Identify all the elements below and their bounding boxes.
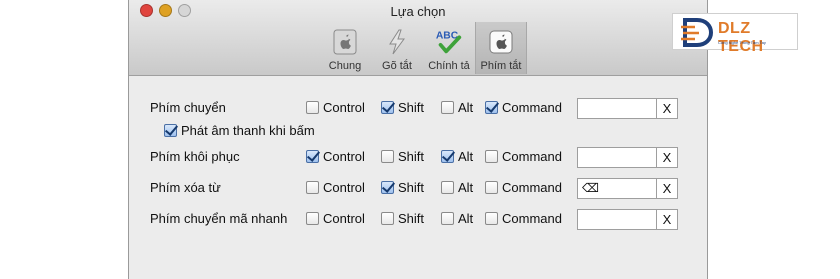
apple-key-icon bbox=[486, 27, 516, 57]
checkbox-box bbox=[164, 124, 177, 137]
row-label: Phím chuyển mã nhanh bbox=[150, 211, 288, 226]
checkbox-box bbox=[381, 212, 394, 225]
row-label: Phím chuyển bbox=[150, 100, 226, 115]
lightning-icon bbox=[382, 27, 412, 57]
toolbar-tab-shortcuts[interactable]: Phím tắt bbox=[475, 22, 527, 74]
toolbar-tab-shortcut-typing[interactable]: Gõ tắt bbox=[371, 22, 423, 74]
checkbox-box bbox=[485, 181, 498, 194]
shift-checkbox[interactable]: Shift bbox=[381, 211, 424, 226]
checkbox-label: Shift bbox=[398, 100, 425, 115]
checkbox-box bbox=[485, 150, 498, 163]
alt-checkbox[interactable]: Alt bbox=[441, 149, 473, 164]
shift-checkbox[interactable]: Shift bbox=[381, 149, 424, 164]
checkbox-label: Alt bbox=[458, 149, 474, 164]
preferences-window: Lựa chọn Chung Gõ tắt ABC Chính tả Phím … bbox=[128, 0, 708, 279]
command-checkbox[interactable]: Command bbox=[485, 100, 562, 115]
toolbar-label: Chung bbox=[328, 60, 362, 72]
checkbox-label: Command bbox=[502, 100, 562, 115]
apple-general-icon bbox=[330, 27, 360, 57]
checkbox-box bbox=[306, 212, 319, 225]
toolbar-label: Phím tắt bbox=[480, 60, 522, 72]
control-checkbox[interactable]: Control bbox=[306, 211, 365, 226]
checkbox-label: Phát âm thanh khi bấm bbox=[181, 123, 315, 138]
shortcut-key-field[interactable]: ⌫ bbox=[577, 178, 657, 199]
checkbox-label: Alt bbox=[458, 211, 474, 226]
checkbox-box bbox=[306, 150, 319, 163]
spellcheck-abc-icon: ABC bbox=[434, 27, 464, 57]
clear-key-button[interactable]: X bbox=[656, 147, 678, 168]
command-checkbox[interactable]: Command bbox=[485, 211, 562, 226]
alt-checkbox[interactable]: Alt bbox=[441, 100, 473, 115]
shift-checkbox[interactable]: Shift bbox=[381, 180, 424, 195]
beep-checkbox[interactable]: Phát âm thanh khi bấm bbox=[164, 123, 315, 138]
toolbar-label: Gõ tắt bbox=[382, 60, 412, 72]
row-label: Phím xóa từ bbox=[150, 180, 221, 195]
clear-key-button[interactable]: X bbox=[656, 98, 678, 119]
toolbar-label: Chính tả bbox=[428, 60, 470, 72]
logo-tagline: Công Nghệ Trong Tầm Tay bbox=[718, 40, 766, 45]
checkbox-label: Control bbox=[323, 180, 365, 195]
shortcut-key-field[interactable] bbox=[577, 147, 657, 168]
checkbox-label: Alt bbox=[458, 180, 474, 195]
checkbox-label: Shift bbox=[398, 180, 425, 195]
window-title: Lựa chọn bbox=[390, 4, 446, 19]
checkbox-box bbox=[306, 181, 319, 194]
control-checkbox[interactable]: Control bbox=[306, 100, 365, 115]
checkbox-label: Control bbox=[323, 100, 365, 115]
title-bar: Lựa chọn Chung Gõ tắt ABC Chính tả Phím … bbox=[129, 0, 707, 76]
checkbox-label: Command bbox=[502, 180, 562, 195]
checkbox-box bbox=[441, 150, 454, 163]
alt-checkbox[interactable]: Alt bbox=[441, 180, 473, 195]
checkbox-box bbox=[441, 101, 454, 114]
checkbox-label: Command bbox=[502, 149, 562, 164]
logo-mark-icon bbox=[681, 18, 714, 47]
checkbox-label: Control bbox=[323, 211, 365, 226]
checkbox-box bbox=[441, 212, 454, 225]
clear-key-button[interactable]: X bbox=[656, 209, 678, 230]
checkbox-label: Shift bbox=[398, 211, 425, 226]
checkbox-box bbox=[381, 150, 394, 163]
alt-checkbox[interactable]: Alt bbox=[441, 211, 473, 226]
toolbar-tab-general[interactable]: Chung bbox=[319, 22, 371, 74]
toolbar: Chung Gõ tắt ABC Chính tả Phím tắt bbox=[319, 22, 527, 74]
checkbox-label: Control bbox=[323, 149, 365, 164]
checkbox-box bbox=[381, 181, 394, 194]
dlz-tech-logo: DLZ TECH Công Nghệ Trong Tầm Tay bbox=[672, 13, 798, 55]
checkbox-box bbox=[381, 101, 394, 114]
checkbox-label: Shift bbox=[398, 149, 425, 164]
control-checkbox[interactable]: Control bbox=[306, 180, 365, 195]
command-checkbox[interactable]: Command bbox=[485, 180, 562, 195]
command-checkbox[interactable]: Command bbox=[485, 149, 562, 164]
toolbar-tab-spelling[interactable]: ABC Chính tả bbox=[423, 22, 475, 74]
shortcut-key-field[interactable] bbox=[577, 98, 657, 119]
shift-checkbox[interactable]: Shift bbox=[381, 100, 424, 115]
logo-name: DLZ TECH bbox=[718, 20, 764, 55]
checkbox-box bbox=[306, 101, 319, 114]
clear-key-button[interactable]: X bbox=[656, 178, 678, 199]
checkbox-box bbox=[485, 101, 498, 114]
checkbox-box bbox=[441, 181, 454, 194]
checkbox-label: Alt bbox=[458, 100, 474, 115]
shortcut-key-field[interactable] bbox=[577, 209, 657, 230]
checkbox-box bbox=[485, 212, 498, 225]
checkbox-label: Command bbox=[502, 211, 562, 226]
row-label: Phím khôi phục bbox=[150, 149, 240, 164]
control-checkbox[interactable]: Control bbox=[306, 149, 365, 164]
